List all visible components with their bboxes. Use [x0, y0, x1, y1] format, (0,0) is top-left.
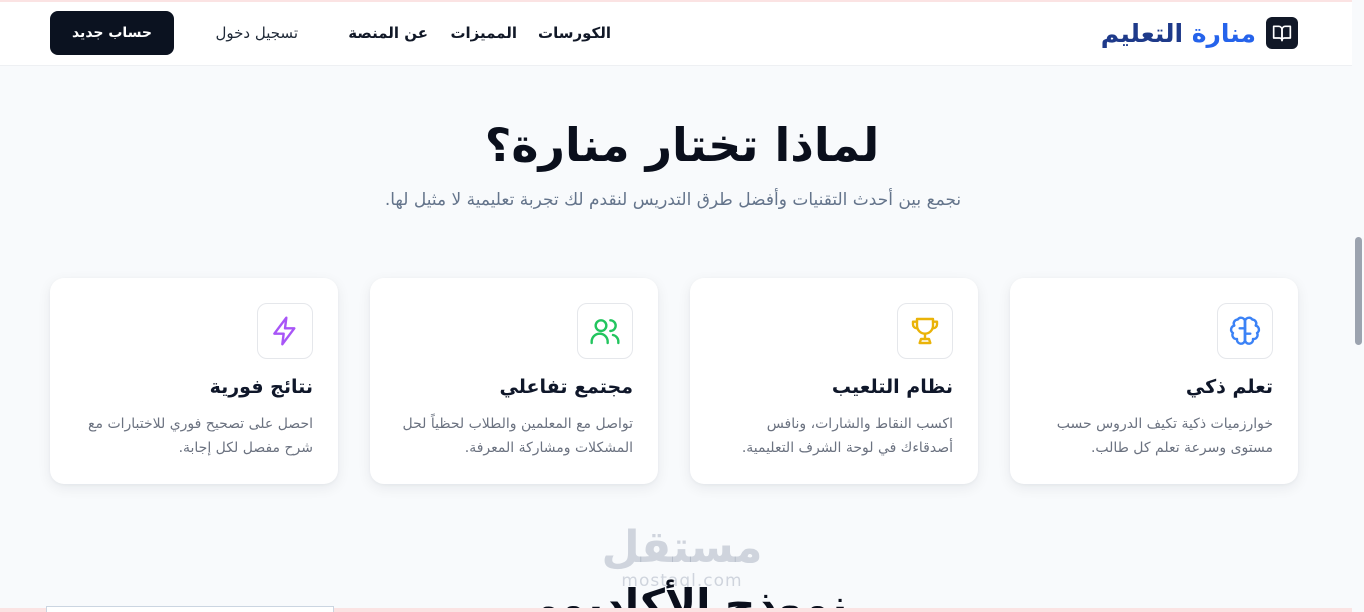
brand-name-part2: التعليم [1100, 18, 1184, 48]
feature-title: مجتمع تفاعلي [499, 376, 633, 398]
feature-title: تعلم ذكي [1185, 376, 1273, 398]
nav-item-features[interactable]: المميزات [450, 24, 517, 42]
brain-icon [1217, 303, 1273, 359]
feature-title: نظام التلعيب [831, 376, 953, 398]
watermark-logo: مستقل [601, 522, 763, 573]
site-header: منارة التعليم الكورسات المميزات عن المنص… [0, 2, 1364, 66]
trophy-icon [897, 303, 953, 359]
book-open-icon [1266, 17, 1298, 49]
brand-name-part1: منارة [1191, 18, 1256, 48]
feature-description: تواصل مع المعلمين والطلاب لحظياً لحل الم… [402, 416, 633, 456]
zap-icon [257, 303, 313, 359]
section-subtitle: نجمع بين أحدث التقنيات وأفضل طرق التدريس… [384, 190, 962, 210]
users-icon [577, 303, 633, 359]
brand-logo[interactable]: منارة التعليم [1101, 16, 1298, 50]
scrollbar-thumb[interactable] [1355, 237, 1362, 345]
feature-card-gamification: نظام التلعيب اكسب النقاط والشارات، ونافس… [690, 278, 978, 484]
nav-item-courses[interactable]: الكورسات [538, 24, 611, 42]
signup-button[interactable]: حساب جديد [50, 11, 174, 55]
login-link[interactable]: تسجيل دخول [216, 24, 299, 42]
nav-item-about[interactable]: عن المنصة [348, 24, 428, 42]
section-title: لماذا تختار منارة؟ [484, 118, 880, 172]
feature-title: نتائج فورية [209, 376, 313, 398]
feature-description: احصل على تصحيح فوري للاختبارات مع شرح مف… [88, 416, 313, 456]
partial-card-edge [46, 606, 334, 612]
scrollbar[interactable] [1352, 0, 1364, 612]
feature-card-smart-learning: تعلم ذكي خوارزميات ذكية تكيف الدروس حسب … [1010, 278, 1298, 484]
brand-name: منارة التعليم [1101, 19, 1256, 48]
feature-card-instant-results: نتائج فورية احصل على تصحيح فوري للاختبار… [50, 278, 338, 484]
feature-description: خوارزميات ذكية تكيف الدروس حسب مستوى وسر… [1056, 416, 1273, 456]
feature-card-community: مجتمع تفاعلي تواصل مع المعلمين والطلاب ل… [370, 278, 658, 484]
feature-description: اكسب النقاط والشارات، ونافس أصدقاءك في ل… [741, 416, 953, 456]
